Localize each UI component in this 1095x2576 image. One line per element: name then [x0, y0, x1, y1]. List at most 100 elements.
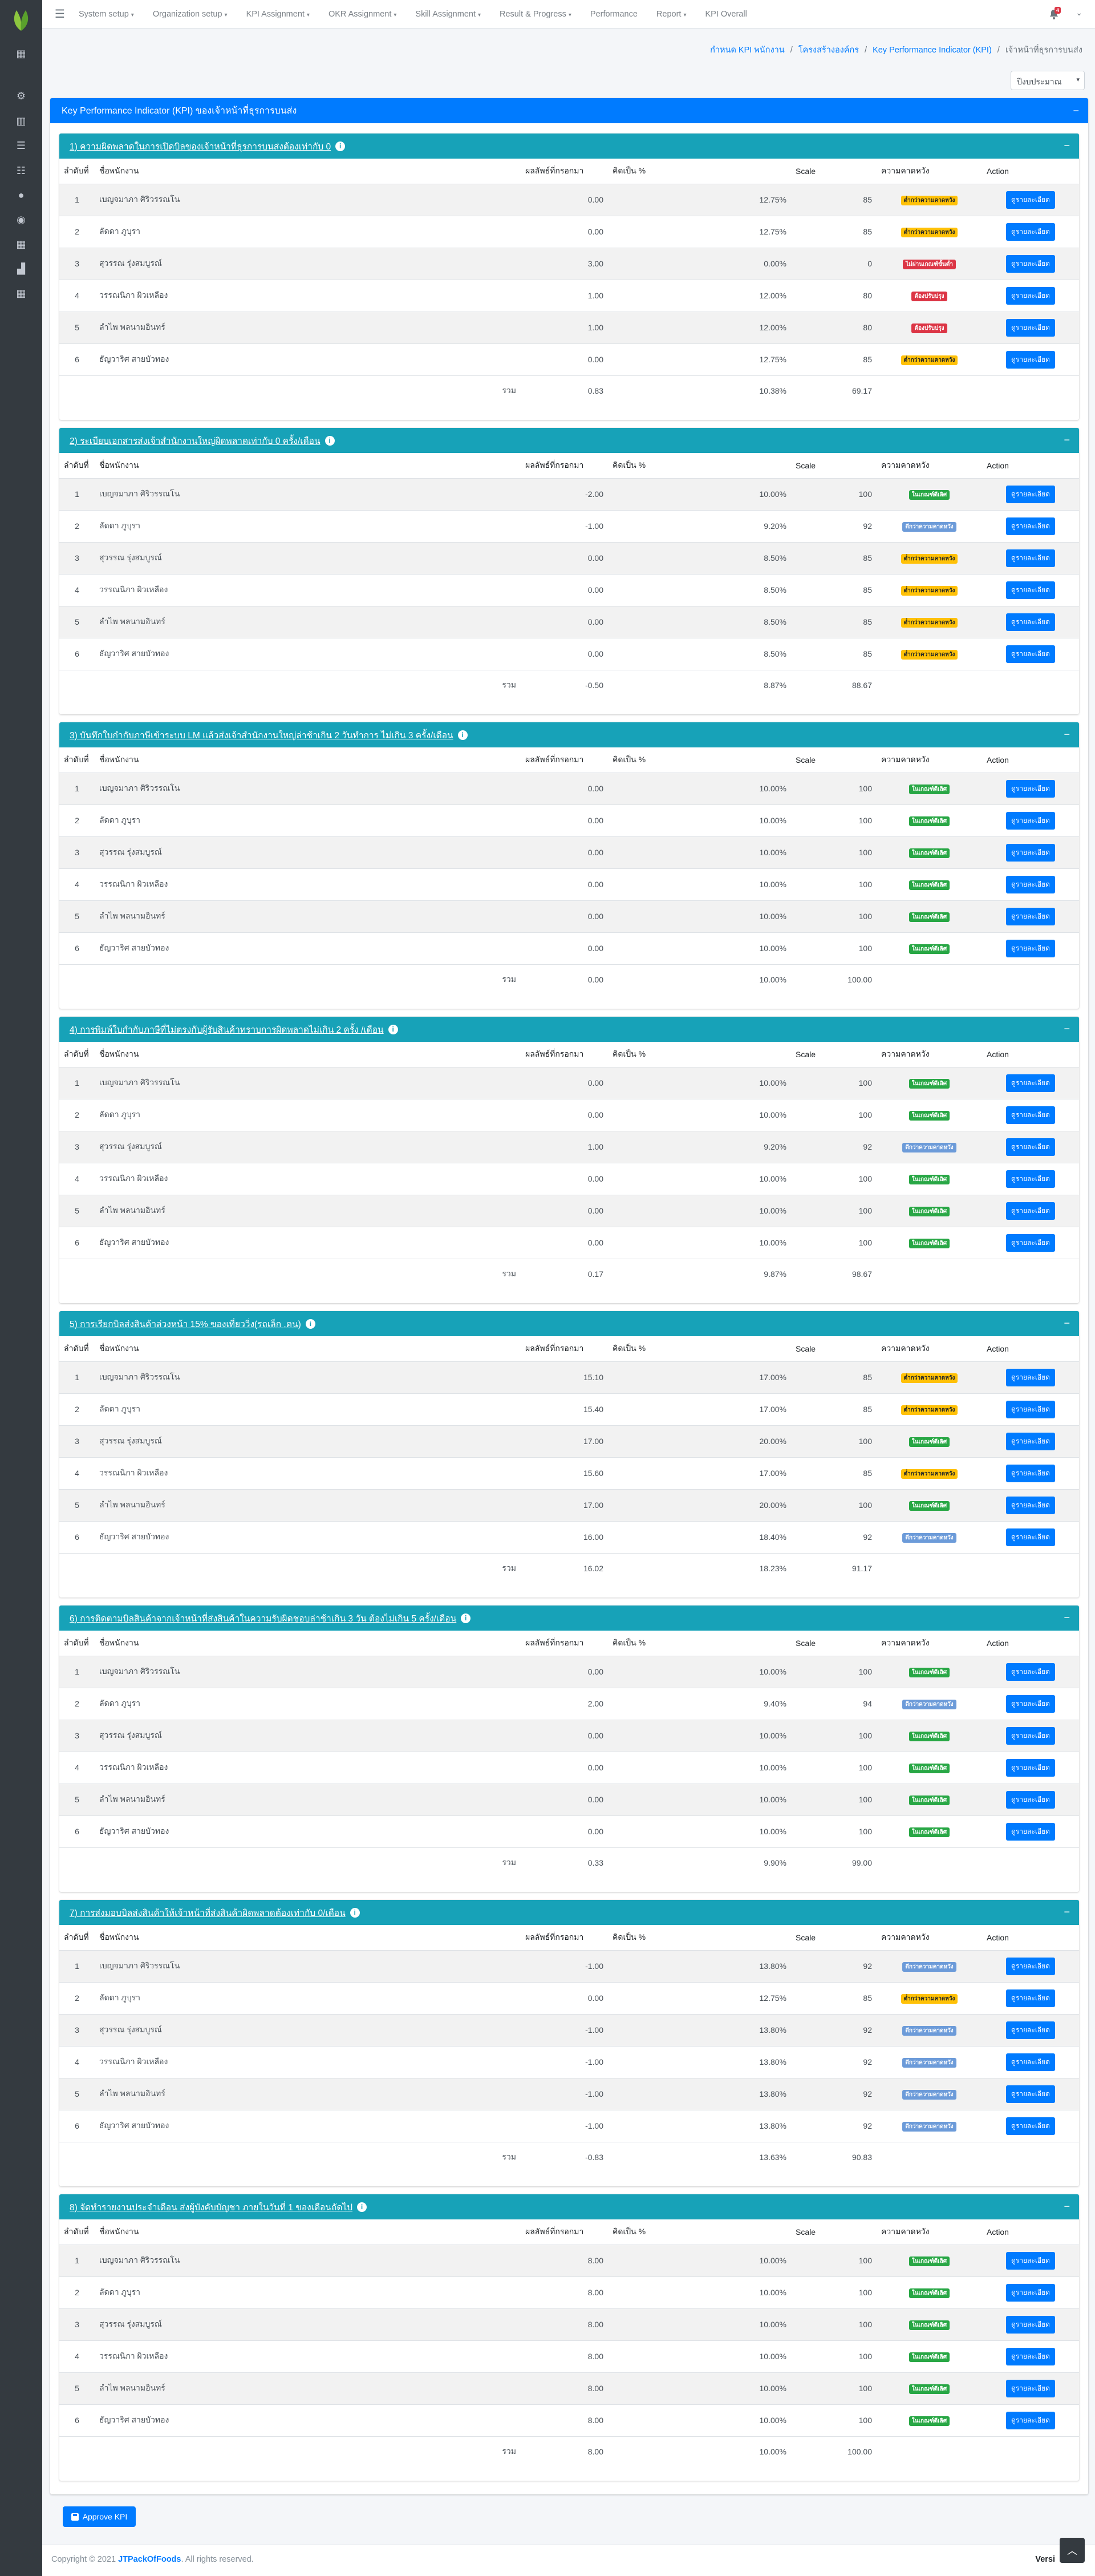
view-details-button[interactable]: ดูรายละเอียด	[1006, 286, 1055, 305]
view-details-button[interactable]: ดูรายละเอียด	[1006, 350, 1055, 369]
view-details-button[interactable]: ดูรายละเอียด	[1006, 875, 1055, 893]
sidebar-building-icon[interactable]: ▥	[14, 115, 28, 127]
view-details-button[interactable]: ดูรายละเอียด	[1006, 613, 1055, 631]
view-details-button[interactable]: ดูรายละเอียด	[1006, 581, 1055, 599]
kpi-section-header[interactable]: 6) การติดตามบิลสินค้าจากเจ้าหน้าที่ส่งสิ…	[59, 1606, 1079, 1631]
view-details-button[interactable]: ดูรายละเอียด	[1006, 1074, 1055, 1092]
kpi-section-header[interactable]: 5) การเรียกบิลส่งสินค้าล่วงหน้า 15% ของเ…	[59, 1311, 1079, 1336]
view-details-button[interactable]: ดูรายละเอียด	[1006, 645, 1055, 663]
view-details-button[interactable]: ดูรายละเอียด	[1006, 1202, 1055, 1220]
collapse-minus-icon[interactable]: −	[1064, 140, 1070, 152]
year-select[interactable]: ปีงบประมาณ ▾	[1011, 71, 1085, 90]
leaf-logo-icon[interactable]	[9, 6, 34, 32]
sidebar-target-icon[interactable]: ◉	[14, 214, 28, 225]
collapse-minus-icon[interactable]: −	[1064, 1317, 1070, 1329]
info-circle-icon[interactable]: i	[388, 1024, 398, 1034]
collapse-minus-icon[interactable]: −	[1064, 1906, 1070, 1918]
view-details-button[interactable]: ดูรายละเอียด	[1006, 1726, 1055, 1745]
notification-bell-icon[interactable]: 4	[1049, 7, 1063, 19]
kpi-section-header[interactable]: 3) บันทึกใบกำกับภาษีเข้าระบบ LM แล้วส่งเ…	[59, 722, 1079, 747]
menu-report[interactable]: Report ▾	[656, 10, 687, 19]
breadcrumb-link[interactable]: โครงสร้างองค์กร	[798, 46, 859, 55]
menu-okr-assignment[interactable]: OKR Assignment ▾	[328, 10, 396, 19]
view-details-button[interactable]: ดูรายละเอียด	[1006, 223, 1055, 241]
view-details-button[interactable]: ดูรายละเอียด	[1006, 1234, 1055, 1252]
collapse-minus-icon[interactable]: −	[1064, 1612, 1070, 1624]
view-details-button[interactable]: ดูรายละเอียด	[1006, 939, 1055, 957]
back-to-top-button[interactable]: ︿	[1060, 2538, 1085, 2563]
sidebar-list-icon[interactable]: ☰	[14, 140, 28, 151]
view-details-button[interactable]: ดูรายละเอียด	[1006, 2411, 1055, 2429]
view-details-button[interactable]: ดูรายละเอียด	[1006, 2021, 1055, 2039]
view-details-button[interactable]: ดูรายละเอียด	[1006, 1822, 1055, 1841]
menu-kpi-overall[interactable]: KPI Overall	[705, 10, 747, 19]
kpi-section-header[interactable]: 2) ระเบียบเอกสารส่งเจ้าสำนักงานใหญ่ผิดพล…	[59, 428, 1079, 453]
info-circle-icon[interactable]: i	[305, 1319, 315, 1329]
view-details-button[interactable]: ดูรายละเอียด	[1006, 485, 1055, 503]
view-details-button[interactable]: ดูรายละเอียด	[1006, 191, 1055, 209]
view-details-button[interactable]: ดูรายละเอียด	[1006, 2379, 1055, 2397]
hamburger-menu-icon[interactable]: ☰	[55, 7, 65, 21]
view-details-button[interactable]: ดูรายละเอียด	[1006, 517, 1055, 535]
info-circle-icon[interactable]: i	[457, 730, 468, 740]
view-details-button[interactable]: ดูรายละเอียด	[1006, 2347, 1055, 2365]
view-details-button[interactable]: ดูรายละเอียด	[1006, 1400, 1055, 1418]
user-menu-chevron-icon[interactable]: ⌄	[1076, 8, 1082, 18]
sidebar-table-icon[interactable]: ▦	[14, 238, 28, 250]
sidebar-gear-icon[interactable]: ⚙	[14, 90, 28, 102]
info-circle-icon[interactable]: i	[325, 435, 335, 446]
approve-kpi-button[interactable]: Approve KPI	[63, 2506, 136, 2527]
view-details-button[interactable]: ดูรายละเอียด	[1006, 1528, 1055, 1546]
view-details-button[interactable]: ดูรายละเอียด	[1006, 907, 1055, 925]
view-details-button[interactable]: ดูรายละเอียด	[1006, 1790, 1055, 1809]
collapse-minus-icon[interactable]: −	[1064, 1023, 1070, 1035]
menu-organization-setup[interactable]: Organization setup ▾	[153, 10, 228, 19]
sidebar-list-check-icon[interactable]: ☷	[14, 165, 28, 176]
menu-result-progress[interactable]: Result & Progress ▾	[500, 10, 571, 19]
view-details-button[interactable]: ดูรายละเอียด	[1006, 1496, 1055, 1514]
view-details-button[interactable]: ดูรายละเอียด	[1006, 1695, 1055, 1713]
view-details-button[interactable]: ดูรายละเอียด	[1006, 1758, 1055, 1777]
view-details-button[interactable]: ดูรายละเอียด	[1006, 1170, 1055, 1188]
view-details-button[interactable]: ดูรายละเอียด	[1006, 811, 1055, 830]
collapse-minus-icon[interactable]: −	[1064, 434, 1070, 446]
view-details-button[interactable]: ดูรายละเอียด	[1006, 1138, 1055, 1156]
view-details-button[interactable]: ดูรายละเอียด	[1006, 2315, 1055, 2334]
sidebar-circle-icon[interactable]: ●	[14, 189, 28, 201]
breadcrumb-link[interactable]: Key Performance Indicator (KPI)	[873, 46, 992, 55]
kpi-section-header[interactable]: 1) ความผิดพลาดในการเปิดบิลของเจ้าหน้าที่…	[59, 134, 1079, 159]
menu-kpi-assignment[interactable]: KPI Assignment ▾	[246, 10, 310, 19]
kpi-section-header[interactable]: 8) จัดทำรายงานประจำเดือน ส่งผู้บังคับบัญ…	[59, 2194, 1079, 2219]
breadcrumb-link[interactable]: กำหนด KPI พนักงาน	[710, 46, 785, 55]
info-circle-icon[interactable]: i	[335, 141, 346, 151]
view-details-button[interactable]: ดูรายละเอียด	[1006, 1106, 1055, 1124]
view-details-button[interactable]: ดูรายละเอียด	[1006, 549, 1055, 567]
view-details-button[interactable]: ดูรายละเอียด	[1006, 1663, 1055, 1681]
view-details-button[interactable]: ดูรายละเอียด	[1006, 2085, 1055, 2103]
info-circle-icon[interactable]: i	[350, 1907, 360, 1918]
kpi-section-header[interactable]: 7) การส่งมอบบิลส่งสินค้าให้เจ้าหน้าที่ส่…	[59, 1900, 1079, 1925]
view-details-button[interactable]: ดูรายละเอียด	[1006, 318, 1055, 337]
view-details-button[interactable]: ดูรายละเอียด	[1006, 2251, 1055, 2270]
sidebar-chart-icon[interactable]: ▟	[14, 263, 28, 274]
menu-skill-assignment[interactable]: Skill Assignment ▾	[415, 10, 481, 19]
sidebar-apps-icon[interactable]: ▦	[14, 288, 28, 299]
view-details-button[interactable]: ดูรายละเอียด	[1006, 2117, 1055, 2135]
company-link[interactable]: JTPackOfFoods	[118, 2555, 181, 2564]
view-details-button[interactable]: ดูรายละเอียด	[1006, 2283, 1055, 2302]
view-details-button[interactable]: ดูรายละเอียด	[1006, 1368, 1055, 1386]
collapse-minus-icon[interactable]: −	[1073, 105, 1079, 117]
view-details-button[interactable]: ดูรายละเอียด	[1006, 1432, 1055, 1450]
view-details-button[interactable]: ดูรายละเอียด	[1006, 1464, 1055, 1482]
menu-performance[interactable]: Performance	[590, 10, 638, 19]
view-details-button[interactable]: ดูรายละเอียด	[1006, 1989, 1055, 2007]
menu-system-setup[interactable]: System setup ▾	[79, 10, 134, 19]
sidebar-grid-icon[interactable]: ▦	[14, 48, 28, 59]
view-details-button[interactable]: ดูรายละเอียด	[1006, 779, 1055, 798]
view-details-button[interactable]: ดูรายละเอียด	[1006, 1957, 1055, 1975]
info-circle-icon[interactable]: i	[461, 1613, 471, 1623]
collapse-minus-icon[interactable]: −	[1064, 729, 1070, 741]
view-details-button[interactable]: ดูรายละเอียด	[1006, 254, 1055, 273]
view-details-button[interactable]: ดูรายละเอียด	[1006, 843, 1055, 862]
view-details-button[interactable]: ดูรายละเอียด	[1006, 2053, 1055, 2071]
